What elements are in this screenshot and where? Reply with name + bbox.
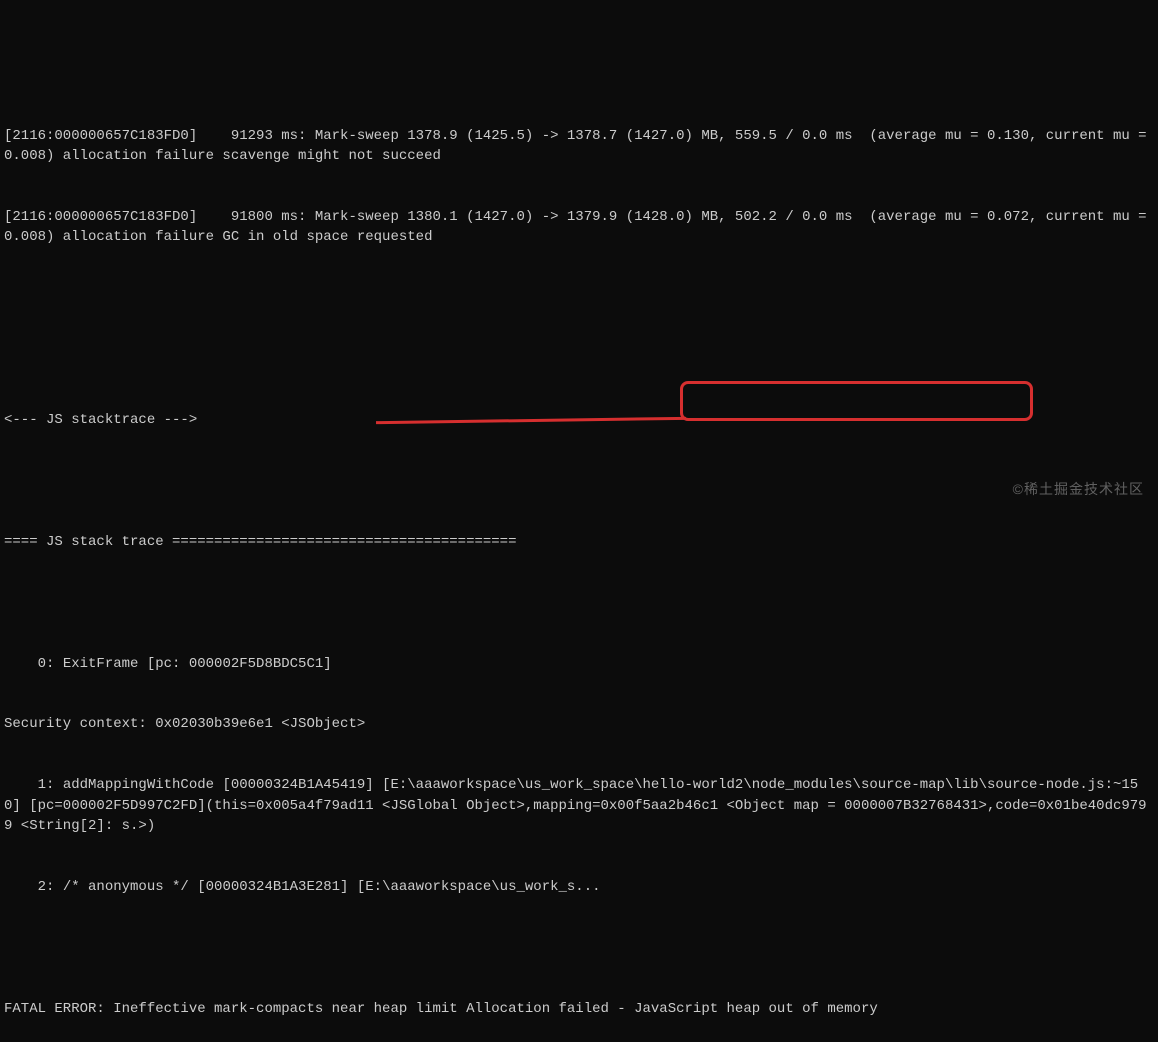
terminal-output: [2116:000000657C183FD0] 91293 ms: Mark-s… [4,85,1154,1042]
log-line-fatal: FATAL ERROR: Ineffective mark-compacts n… [4,999,1154,1019]
log-line: 2: /* anonymous */ [00000324B1A3E281] [E… [4,877,1154,897]
log-line [4,593,1154,613]
log-line [4,471,1154,491]
log-line: 1: addMappingWithCode [00000324B1A45419]… [4,775,1154,836]
log-line: [2116:000000657C183FD0] 91293 ms: Mark-s… [4,126,1154,167]
log-line: 0: ExitFrame [pc: 000002F5D8BDC5C1] [4,654,1154,674]
log-line: [2116:000000657C183FD0] 91800 ms: Mark-s… [4,207,1154,248]
watermark-text: ©稀土掘金技术社区 [1013,479,1144,499]
log-line: ==== JS stack trace ====================… [4,532,1154,552]
log-line [4,349,1154,369]
log-line [4,288,1154,308]
log-line [4,938,1154,958]
log-line: <--- JS stacktrace ---> [4,410,1154,430]
log-line: Security context: 0x02030b39e6e1 <JSObje… [4,714,1154,734]
